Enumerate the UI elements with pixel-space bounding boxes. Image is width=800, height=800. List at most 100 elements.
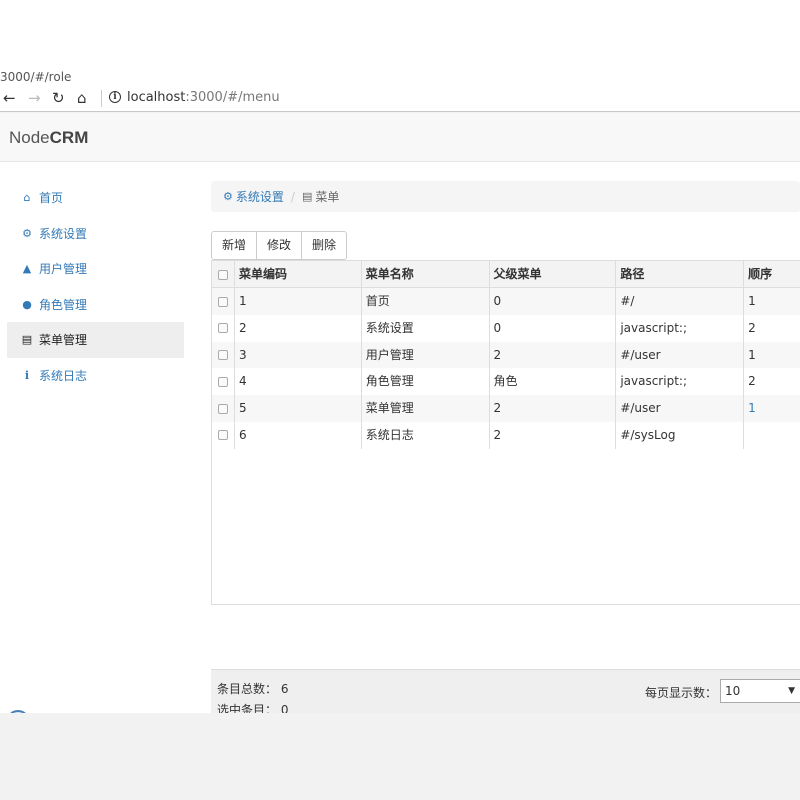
cell-path: javascript:; — [615, 368, 743, 396]
cell-parent: 0 — [488, 314, 616, 342]
cell-name: 系统设置 — [360, 314, 489, 342]
cell-parent: 角色 — [488, 368, 616, 396]
cell-order: 2 — [743, 368, 800, 396]
address-path: :3000/#/menu — [185, 90, 280, 105]
browser-nav-row: ← → ↻ ⌂ i localhost:3000/#/menu — [0, 89, 800, 109]
cell-code: 5 — [233, 395, 361, 422]
app-header: NodeCRM — [0, 113, 800, 162]
row-checkbox-cell — [212, 395, 234, 422]
sidebar-item-menus[interactable]: ▤ 菜单管理 — [7, 322, 184, 358]
cell-name: 系统日志 — [360, 421, 489, 449]
sidebar-item-label: 系统设置 — [39, 226, 88, 241]
user-icon: ▲ — [22, 262, 32, 276]
sidebar-item-label: 菜单管理 — [39, 333, 88, 348]
cell-parent: 0 — [488, 288, 616, 315]
column-header-code[interactable]: 菜单编码 — [233, 261, 361, 287]
home-icon[interactable]: ⌂ — [77, 89, 87, 107]
cell-name: 首页 — [360, 288, 489, 315]
row-checkbox[interactable] — [218, 296, 228, 307]
back-arrow-icon[interactable]: ← — [3, 89, 16, 107]
total-count: 条目总数： 6 — [217, 680, 288, 697]
edit-button[interactable]: 修改 — [257, 232, 303, 259]
sidebar-item-users[interactable]: ▲ 用户管理 — [7, 251, 184, 287]
brand-logo[interactable]: NodeCRM — [9, 128, 88, 148]
cell-code: 1 — [233, 288, 361, 315]
selected-count-value: 0 — [280, 703, 289, 713]
column-header-parent[interactable]: 父级菜单 — [488, 261, 616, 287]
menu-grid: 菜单编码 菜单名称 父级菜单 路径 顺序 1 首页 0 #/ 1 2 系统设置 … — [211, 260, 800, 605]
delete-button[interactable]: 删除 — [302, 232, 346, 259]
table-row[interactable]: 4 角色管理 角色 javascript:; 2 — [212, 368, 800, 396]
breadcrumb-parent-link[interactable]: 系统设置 — [236, 188, 284, 205]
column-header-name[interactable]: 菜单名称 — [360, 261, 489, 287]
breadcrumb-current: 菜单 — [315, 190, 340, 204]
cell-path: javascript:; — [615, 314, 743, 342]
table-row[interactable]: 3 用户管理 2 #/user 1 — [212, 341, 800, 369]
table-row[interactable]: 5 菜单管理 2 #/user 1 — [212, 395, 800, 422]
grid-header-row: 菜单编码 菜单名称 父级菜单 路径 顺序 — [212, 261, 800, 288]
column-header-path[interactable]: 路径 — [615, 261, 743, 287]
sidebar-item-label: 首页 — [39, 191, 64, 206]
gears-icon: ⚙ — [22, 226, 32, 240]
sidebar: ⌂ 首页 ⚙ 系统设置 ▲ 用户管理 ● 角色管理 ▤ 菜单管理 i 系统日志 — [7, 180, 184, 393]
cell-path: #/ — [615, 288, 743, 315]
sidebar-item-home[interactable]: ⌂ 首页 — [7, 180, 184, 216]
row-checkbox-cell — [212, 422, 234, 449]
table-row[interactable]: 6 系统日志 2 #/sysLog — [212, 421, 800, 449]
cell-path: #/user — [615, 341, 743, 369]
row-checkbox-cell — [212, 342, 234, 369]
list-alt-icon: ▤ — [301, 190, 313, 203]
add-button[interactable]: 新增 — [212, 232, 258, 259]
row-checkbox-cell — [212, 288, 234, 315]
sidebar-item-label: 角色管理 — [39, 297, 88, 312]
cell-order: 1 — [743, 395, 800, 422]
cell-parent: 2 — [488, 341, 616, 369]
chevron-down-icon: ▼ — [788, 686, 795, 696]
cell-code: 3 — [233, 341, 361, 369]
info-icon: i — [24, 368, 30, 382]
sidebar-item-roles[interactable]: ● 角色管理 — [7, 287, 184, 323]
browser-chrome: 3000/#/role ← → ↻ ⌂ i localhost:3000/#/m… — [0, 69, 800, 112]
row-checkbox[interactable] — [218, 430, 228, 441]
cell-code: 6 — [233, 421, 361, 449]
row-checkbox[interactable] — [218, 376, 228, 387]
table-row[interactable]: 1 首页 0 #/ 1 — [212, 288, 800, 315]
table-row[interactable]: 2 系统设置 0 javascript:; 2 — [212, 314, 800, 342]
address-host: localhost — [127, 90, 186, 105]
cell-code: 2 — [233, 314, 361, 342]
select-all-checkbox[interactable] — [218, 269, 228, 280]
address-divider — [101, 90, 102, 107]
cell-parent: 2 — [488, 421, 616, 449]
cell-order: 1 — [743, 288, 800, 315]
cell-name: 菜单管理 — [360, 395, 489, 422]
page-size-value: 10 — [725, 684, 741, 698]
users-icon: ● — [22, 297, 32, 311]
list-alt-icon: ▤ — [21, 333, 33, 347]
breadcrumb: ⚙ 系统设置 / ▤ 菜单 — [211, 181, 800, 212]
reload-icon[interactable]: ↻ — [52, 89, 65, 107]
row-checkbox[interactable] — [218, 403, 228, 414]
blank-area-bottom — [0, 713, 800, 800]
page-size-select[interactable]: 10 ▼ — [720, 679, 800, 703]
sidebar-item-system-settings[interactable]: ⚙ 系统设置 — [7, 216, 184, 252]
selected-count-label: 选中条目： — [217, 703, 278, 713]
sidebar-item-system-log[interactable]: i 系统日志 — [7, 358, 184, 394]
address-bar[interactable]: localhost:3000/#/menu — [127, 90, 280, 106]
info-icon[interactable]: i — [109, 91, 121, 103]
selected-count: 选中条目： 0 — [217, 701, 288, 713]
grid-footer: 条目总数： 6 选中条目： 0 每页显示数： 10 ▼ — [211, 669, 800, 713]
app-window: NodeCRM ⌂ 首页 ⚙ 系统设置 ▲ 用户管理 ● 角色管理 ▤ 菜单管理… — [0, 113, 800, 713]
select-all-checkbox-cell — [212, 261, 234, 287]
row-checkbox[interactable] — [218, 323, 228, 334]
cell-order — [743, 421, 800, 449]
sidebar-item-label: 系统日志 — [39, 368, 88, 383]
row-checkbox[interactable] — [218, 350, 228, 361]
tab-url-fragment: 3000/#/role — [0, 70, 72, 84]
forward-arrow-icon[interactable]: → — [28, 89, 41, 107]
home-icon: ⌂ — [23, 191, 31, 205]
column-header-order[interactable]: 顺序 — [743, 261, 800, 287]
brand-bold: CRM — [49, 128, 89, 147]
total-count-value: 6 — [280, 682, 289, 696]
cell-name: 用户管理 — [360, 341, 489, 369]
total-count-label: 条目总数： — [217, 682, 278, 696]
